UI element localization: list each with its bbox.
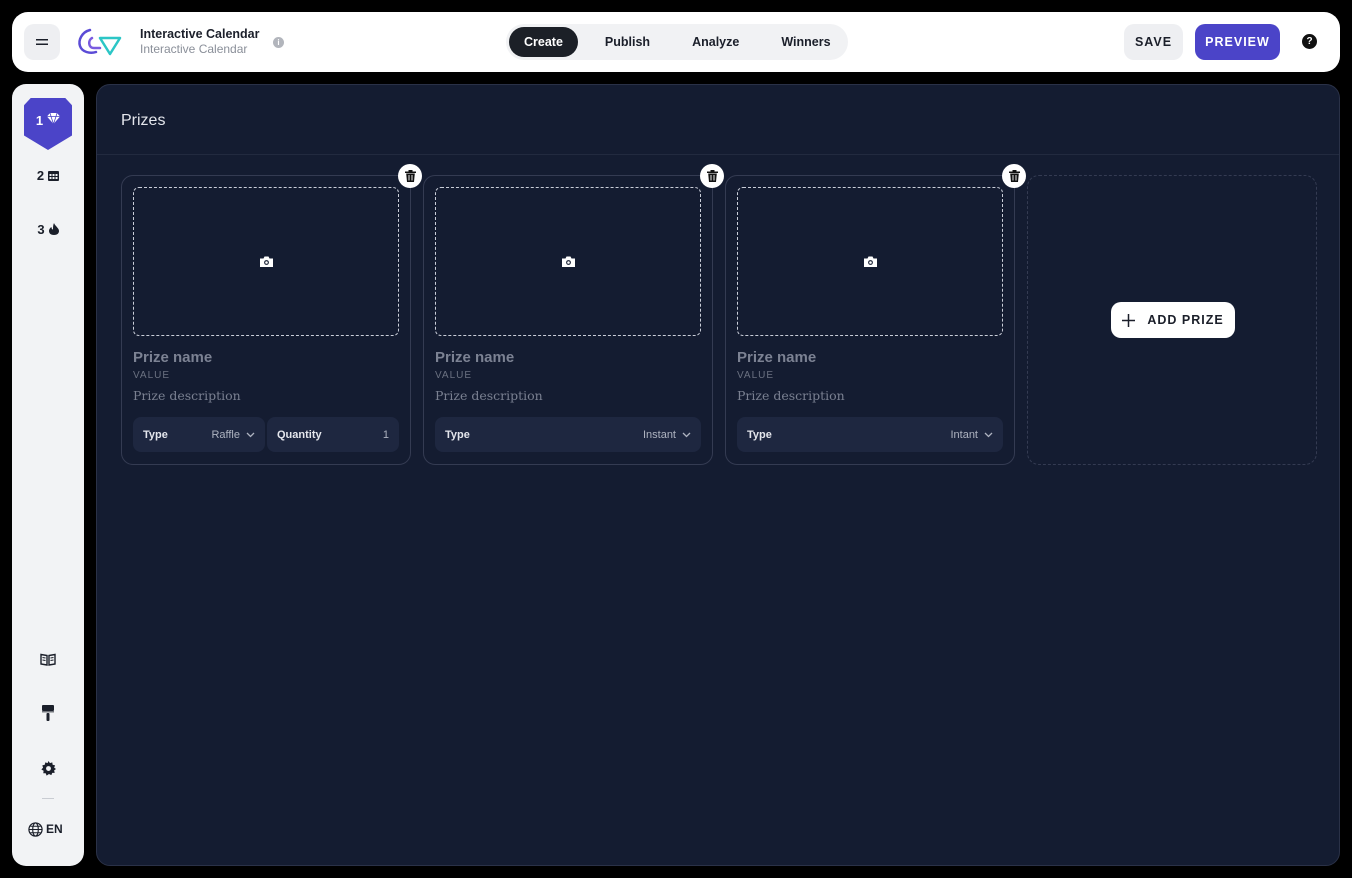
delete-prize-button[interactable] [398, 164, 422, 188]
add-prize-button[interactable]: ADD PRIZE [1111, 302, 1235, 338]
prize-type-select[interactable]: Type Intant [737, 417, 1003, 452]
gear-icon[interactable] [38, 758, 58, 778]
plus-icon [1122, 313, 1136, 327]
sidebar-step-prizes[interactable]: 1 [24, 98, 72, 150]
book-icon[interactable] [38, 649, 58, 669]
prize-card: Prize name VALUE Prize description Type … [121, 164, 422, 465]
globe-icon [28, 821, 43, 837]
info-icon[interactable]: i [273, 37, 284, 48]
tab-create[interactable]: Create [509, 27, 578, 57]
type-value: Intant [950, 428, 978, 441]
chevron-down-icon [246, 432, 255, 437]
prize-value-field[interactable]: VALUE [435, 370, 472, 381]
diamond-icon [47, 113, 61, 124]
prize-type-select[interactable]: Type Instant [435, 417, 701, 452]
hamburger-icon [36, 39, 48, 45]
prize-description-field[interactable]: Prize description [133, 388, 241, 403]
sidebar: 1 2 3 EN [12, 84, 84, 866]
tab-analyze[interactable]: Analyze [677, 27, 754, 57]
prize-value-field[interactable]: VALUE [737, 370, 774, 381]
trash-icon [404, 170, 416, 182]
top-bar: Interactive Calendar Interactive Calenda… [12, 12, 1340, 72]
prize-name-field[interactable]: Prize name [435, 349, 514, 366]
trash-icon [1008, 170, 1020, 182]
app-titles: Interactive Calendar Interactive Calenda… [140, 27, 260, 57]
add-prize-label: ADD PRIZE [1147, 313, 1224, 327]
save-button[interactable]: SAVE [1124, 24, 1183, 60]
step-number: 1 [35, 113, 44, 128]
app-logo [78, 28, 122, 56]
sidebar-step-calendar[interactable]: 2 [24, 155, 72, 195]
type-label: Type [445, 428, 470, 441]
app-subtitle: Interactive Calendar [140, 42, 248, 56]
prize-description-field[interactable]: Prize description [737, 388, 845, 403]
quantity-label: Quantity [277, 428, 322, 441]
prize-type-select[interactable]: Type Raffle [133, 417, 265, 452]
prize-description-field[interactable]: Prize description [435, 388, 543, 403]
prize-value-field[interactable]: VALUE [133, 370, 170, 381]
camera-icon [863, 256, 877, 267]
page-title: Prizes [97, 85, 1339, 155]
add-prize-card: ADD PRIZE [1027, 175, 1317, 465]
main-panel: Prizes Prize name VALUE Prize descriptio… [96, 84, 1340, 866]
flame-icon [48, 223, 59, 235]
chevron-down-icon [682, 432, 691, 437]
type-label: Type [143, 428, 168, 441]
camera-icon [561, 256, 575, 267]
delete-prize-button[interactable] [1002, 164, 1026, 188]
type-value: Raffle [211, 428, 240, 441]
prize-card: Prize name VALUE Prize description Type … [725, 164, 1026, 465]
quantity-value: 1 [382, 428, 389, 441]
prize-name-field[interactable]: Prize name [133, 349, 212, 366]
image-upload-area[interactable] [737, 187, 1003, 336]
calendar-icon [48, 170, 60, 181]
menu-button[interactable] [24, 24, 60, 60]
main-tabs: Create Publish Analyze Winners [506, 24, 848, 60]
tab-winners[interactable]: Winners [766, 27, 845, 57]
prize-quantity-field[interactable]: Quantity 1 [267, 417, 399, 452]
chevron-down-icon [984, 432, 993, 437]
type-label: Type [747, 428, 772, 441]
paint-roller-icon[interactable] [38, 703, 58, 723]
type-value: Instant [642, 428, 676, 441]
language-selector[interactable]: EN [28, 818, 68, 840]
help-icon[interactable]: ? [1302, 34, 1317, 49]
camera-icon [259, 256, 273, 267]
language-label: EN [46, 822, 63, 836]
tab-publish[interactable]: Publish [590, 27, 665, 57]
image-upload-area[interactable] [133, 187, 399, 336]
app-title: Interactive Calendar [140, 27, 260, 41]
prize-card: Prize name VALUE Prize description Type … [423, 164, 724, 465]
sidebar-step-game[interactable]: 3 [24, 209, 72, 249]
preview-button[interactable]: PREVIEW [1195, 24, 1280, 60]
trash-icon [706, 170, 718, 182]
sidebar-divider [42, 798, 54, 799]
step-number: 2 [36, 167, 45, 183]
prize-name-field[interactable]: Prize name [737, 349, 816, 366]
step-number: 3 [37, 221, 45, 237]
delete-prize-button[interactable] [700, 164, 724, 188]
image-upload-area[interactable] [435, 187, 701, 336]
